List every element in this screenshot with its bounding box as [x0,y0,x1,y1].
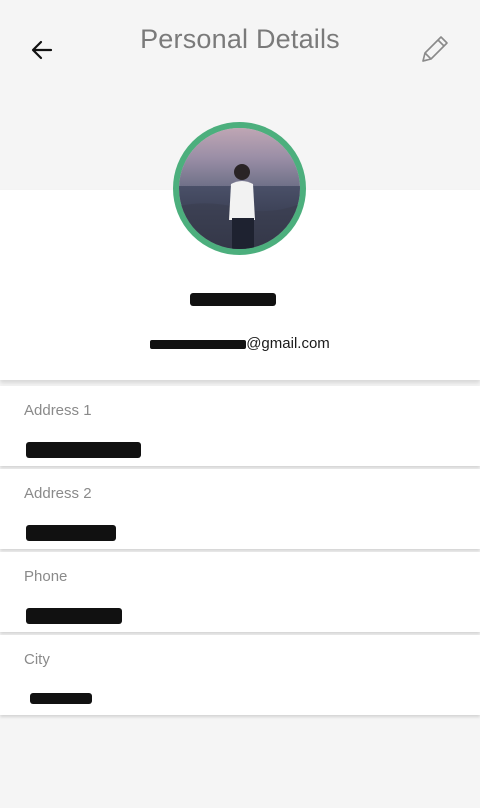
field-value-redacted [30,693,92,704]
field-label: Address 2 [24,485,92,502]
profile-email: @gmail.com [0,335,480,352]
profile-photo [179,128,300,249]
page-title: Personal Details [140,24,340,54]
field-value-redacted [26,442,141,458]
field-value-redacted [26,608,122,624]
profile-name-redacted [190,293,276,306]
field-label: City [24,651,50,668]
field-city[interactable]: City [0,635,480,715]
field-address-1[interactable]: Address 1 [0,386,480,466]
email-domain: @gmail.com [246,335,330,352]
field-address-2[interactable]: Address 2 [0,469,480,549]
field-value-redacted [26,525,116,541]
field-phone[interactable]: Phone [0,552,480,632]
email-username-redacted [150,339,247,349]
pencil-icon [422,36,448,62]
avatar[interactable] [173,122,306,255]
field-label: Phone [24,568,68,585]
edit-button[interactable] [412,28,456,72]
field-label: Address 1 [24,402,92,419]
